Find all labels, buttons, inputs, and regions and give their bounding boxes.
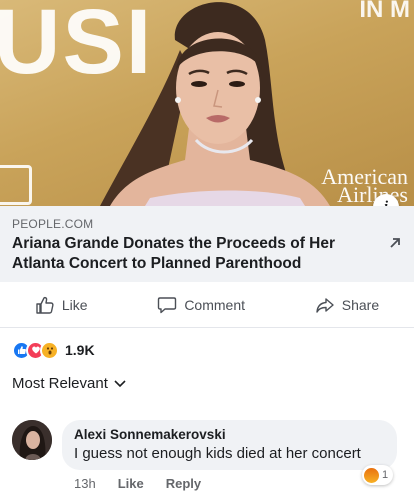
person-photo xyxy=(100,2,330,206)
share-button[interactable]: Share xyxy=(315,295,379,315)
comment-bubble[interactable]: Alexi Sonnemakerovski I guess not enough… xyxy=(62,420,397,470)
comment-text: I guess not enough kids died at her conc… xyxy=(74,445,361,462)
comment-time: 13h xyxy=(74,476,96,491)
reaction-summary[interactable]: 1.9K xyxy=(12,340,95,360)
comment-button[interactable]: Comment xyxy=(157,295,245,315)
comment-icon xyxy=(158,296,177,313)
sort-label: Most Relevant xyxy=(12,375,108,392)
comment-label: Comment xyxy=(184,296,245,313)
chevron-down-icon xyxy=(114,379,126,387)
link-title[interactable]: Ariana Grande Donates the Proceeds of He… xyxy=(12,234,362,274)
post-action-bar: Like Comment Share xyxy=(0,282,414,328)
external-link-icon[interactable] xyxy=(388,236,402,250)
share-label: Share xyxy=(341,296,380,313)
comment-author[interactable]: Alexi Sonnemakerovski xyxy=(74,427,385,442)
reaction-count: 1.9K xyxy=(65,342,95,358)
comment-reaction-badge[interactable]: 1 xyxy=(362,465,394,485)
angry-reaction-icon xyxy=(364,467,379,483)
comment-reply-link[interactable]: Reply xyxy=(166,476,201,491)
comment-like-link[interactable]: Like xyxy=(118,476,144,491)
comment-sort-dropdown[interactable]: Most Relevant xyxy=(12,375,126,392)
share-icon xyxy=(316,297,334,313)
article-hero-image[interactable]: USI IN M American Airlines xyxy=(0,0,414,206)
avatar[interactable] xyxy=(12,420,52,460)
like-button[interactable]: Like xyxy=(35,295,88,315)
like-label: Like xyxy=(61,296,88,313)
thumbs-up-icon xyxy=(36,296,54,314)
wow-reaction-icon xyxy=(40,340,59,360)
link-preview[interactable]: PEOPLE.COM Ariana Grande Donates the Pro… xyxy=(0,206,414,282)
comment-meta: 13h Like Reply xyxy=(74,476,223,491)
comment-reaction-count: 1 xyxy=(382,469,389,481)
link-source: PEOPLE.COM xyxy=(12,217,94,231)
